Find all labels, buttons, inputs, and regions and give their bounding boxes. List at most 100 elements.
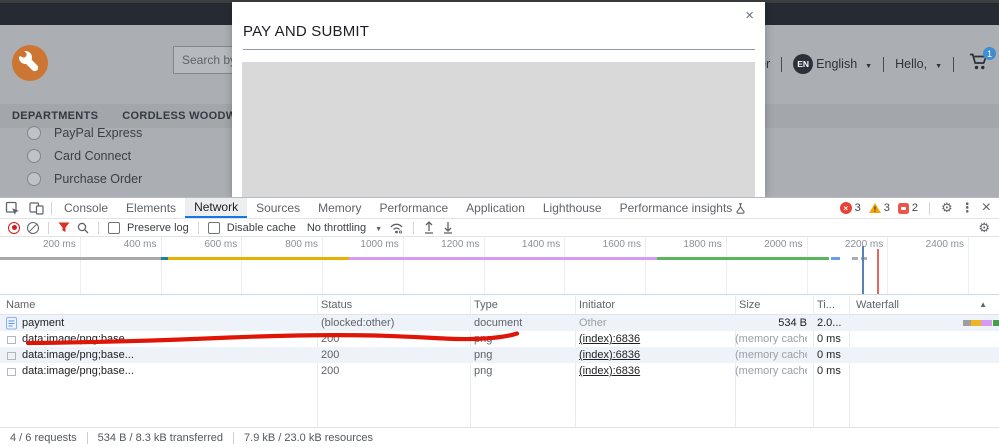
scroll-up-arrow-icon[interactable]: [979, 296, 987, 314]
preserve-log-checkbox[interactable]: [108, 222, 120, 234]
radio-icon: [27, 126, 41, 140]
request-name: payment: [22, 315, 312, 331]
request-row-payment[interactable]: payment (blocked:other) document Other 5…: [0, 315, 999, 331]
chevron-down-icon: [930, 57, 942, 71]
filter-icon[interactable]: [58, 222, 70, 233]
search-placeholder: Search by: [182, 53, 236, 67]
search-icon[interactable]: [77, 222, 89, 234]
devtools-close-icon[interactable]: [982, 199, 991, 217]
tab-performance[interactable]: Performance: [370, 198, 457, 218]
header-divider: [883, 57, 884, 72]
radio-paypal-express[interactable]: PayPal Express: [27, 125, 142, 140]
network-toolbar: Preserve log Disable cache No throttling: [0, 219, 999, 237]
radio-icon: [27, 172, 41, 186]
device-toolbar-icon[interactable]: [24, 198, 48, 218]
timeline-tick: 200 ms: [0, 237, 81, 294]
error-count-badge[interactable]: 3: [840, 202, 861, 214]
radio-label: PayPal Express: [54, 126, 142, 140]
request-type: png: [474, 363, 571, 379]
waterfall-bar-violet: [981, 320, 992, 326]
network-settings-gear-icon[interactable]: [978, 220, 990, 236]
request-initiator: Other: [579, 315, 731, 331]
tab-console[interactable]: Console: [55, 198, 117, 218]
column-header-waterfall[interactable]: Waterfall: [856, 296, 899, 314]
import-har-icon[interactable]: [423, 221, 435, 234]
initiator-link[interactable]: (index):6836: [579, 365, 640, 377]
column-header-status[interactable]: Status: [321, 296, 352, 314]
kebab-menu-icon[interactable]: [961, 200, 974, 216]
column-header-time[interactable]: Ti...: [817, 296, 835, 314]
timeline-tick: 1400 ms: [485, 237, 566, 294]
column-header-type[interactable]: Type: [474, 296, 498, 314]
modal-title: PAY AND SUBMIT: [243, 23, 369, 40]
radio-purchase-order[interactable]: Purchase Order: [27, 171, 142, 186]
tab-elements[interactable]: Elements: [117, 198, 185, 218]
column-header-initiator[interactable]: Initiator: [579, 296, 615, 314]
timeline-tick: 2000 ms: [727, 237, 808, 294]
tab-sources[interactable]: Sources: [247, 198, 309, 218]
toolbar-divider: [98, 222, 99, 234]
issues-count-badge[interactable]: 2: [898, 202, 918, 214]
overview-tick-dash: [852, 257, 858, 260]
network-overview-timeline[interactable]: 200 ms 400 ms 600 ms 800 ms 1000 ms 1200…: [0, 237, 999, 295]
request-status: (blocked:other): [321, 315, 466, 331]
greeting-label: Hello,: [895, 57, 927, 71]
network-request-table: Name Status Type Initiator Size Ti... Wa…: [0, 296, 999, 427]
network-conditions-icon[interactable]: [389, 222, 404, 234]
load-event-line: [877, 249, 879, 294]
request-time: 2.0...: [817, 315, 847, 331]
request-type: png: [474, 347, 571, 363]
disable-cache-checkbox[interactable]: [208, 222, 220, 234]
tab-lighthouse[interactable]: Lighthouse: [534, 198, 611, 218]
timeline-tick: 2400 ms: [888, 237, 969, 294]
toolbar-divider: [48, 222, 49, 234]
tab-performance-insights[interactable]: Performance insights: [611, 198, 755, 218]
overview-phase-yellow: [168, 257, 349, 260]
warning-count-badge[interactable]: 3: [869, 202, 890, 214]
radio-card-connect[interactable]: Card Connect: [27, 148, 142, 163]
timeline-tick: 1200 ms: [404, 237, 485, 294]
network-status-bar: 4 / 6 requests 534 B / 8.3 kB transferre…: [0, 427, 999, 447]
radio-label: Purchase Order: [54, 172, 142, 186]
radio-label: Card Connect: [54, 149, 131, 163]
error-count: 3: [855, 202, 861, 214]
tab-network[interactable]: Network: [185, 198, 247, 218]
toolbar-divider: [51, 202, 52, 215]
column-header-size[interactable]: Size: [739, 296, 760, 314]
image-icon: [7, 368, 16, 376]
inspect-element-icon[interactable]: [0, 198, 24, 218]
settings-gear-icon[interactable]: [941, 200, 953, 216]
tab-memory[interactable]: Memory: [309, 198, 370, 218]
devtools-panel: Console Elements Network Sources Memory …: [0, 197, 999, 447]
request-size: 534 B: [735, 315, 807, 331]
request-row-image[interactable]: data:image/png;base... 200 png (index):6…: [0, 331, 999, 347]
language-selector[interactable]: EN English: [793, 54, 872, 74]
request-time: 0 ms: [817, 347, 847, 363]
site-logo[interactable]: [11, 44, 49, 82]
toolbar-divider: [413, 222, 414, 234]
account-menu[interactable]: Hello,: [895, 57, 942, 71]
modal-content-area: [242, 62, 755, 197]
request-row-image[interactable]: data:image/png;base... 200 png (index):6…: [0, 347, 999, 363]
timeline-tick: 1800 ms: [646, 237, 727, 294]
close-icon[interactable]: [745, 8, 754, 23]
issues-icon: [898, 203, 909, 214]
timeline-tick: 400 ms: [81, 237, 162, 294]
record-network-log-icon[interactable]: [8, 222, 20, 234]
chevron-down-icon: [860, 57, 872, 71]
export-har-icon[interactable]: [442, 221, 454, 234]
request-row-image[interactable]: data:image/png;base... 200 png (index):6…: [0, 363, 999, 379]
cart-button[interactable]: 1: [969, 53, 993, 75]
request-time: 0 ms: [817, 363, 847, 379]
tab-application[interactable]: Application: [457, 198, 534, 218]
column-header-name[interactable]: Name: [6, 296, 35, 314]
request-size: (memory cache): [735, 331, 807, 347]
disable-cache-label: Disable cache: [227, 222, 296, 234]
request-name: data:image/png;base...: [22, 363, 312, 379]
radio-icon: [27, 149, 41, 163]
initiator-link[interactable]: (index):6836: [579, 333, 640, 345]
initiator-link[interactable]: (index):6836: [579, 349, 640, 361]
clear-network-log-icon[interactable]: [27, 222, 39, 234]
throttling-select[interactable]: No throttling: [307, 222, 382, 234]
nav-item-departments[interactable]: DEPARTMENTS: [12, 110, 98, 122]
